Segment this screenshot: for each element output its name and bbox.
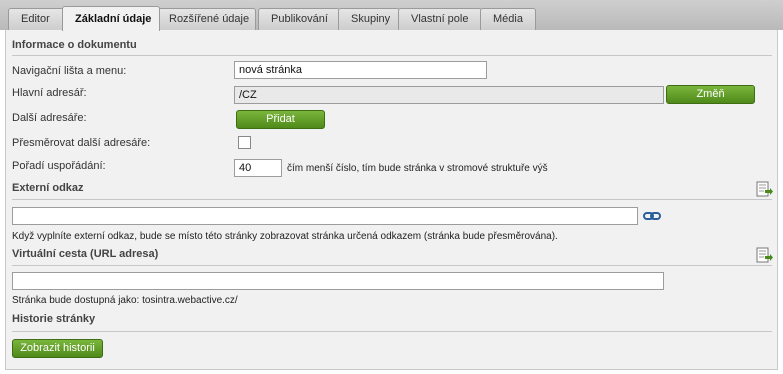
tab-bar: Editor Základní údaje Rozšířené údaje Pu… bbox=[0, 0, 783, 31]
add-button[interactable]: Přidat bbox=[236, 110, 325, 129]
order-input[interactable] bbox=[234, 159, 282, 177]
order-hint: čím menší číslo, tím bude stránka v stro… bbox=[287, 163, 548, 174]
show-history-button[interactable]: Zobrazit historii bbox=[12, 339, 103, 358]
virtual-path-input[interactable] bbox=[12, 272, 664, 290]
tab-groups[interactable]: Skupiny bbox=[338, 8, 400, 30]
external-link-hint: Když vyplníte externí odkaz, bude se mís… bbox=[12, 231, 558, 242]
divider bbox=[12, 265, 772, 266]
history-title: Historie stránky bbox=[12, 313, 96, 325]
tab-basic-info[interactable]: Základní údaje bbox=[62, 6, 160, 31]
tab-editor[interactable]: Editor bbox=[8, 8, 68, 30]
divider bbox=[12, 331, 772, 332]
divider bbox=[12, 55, 772, 56]
tab-media[interactable]: Média bbox=[480, 8, 536, 30]
document-info-title: Informace o dokumentu bbox=[12, 39, 137, 51]
tab-custom-fields[interactable]: Vlastní pole bbox=[398, 8, 482, 30]
link-icon[interactable] bbox=[643, 210, 661, 222]
divider bbox=[12, 199, 772, 200]
document-arrow-icon[interactable] bbox=[756, 247, 774, 263]
redirect-checkbox[interactable] bbox=[238, 136, 251, 149]
nav-input[interactable] bbox=[234, 61, 487, 79]
nav-label: Navigační lišta a menu: bbox=[12, 65, 127, 77]
order-label: Pořadí uspořádání: bbox=[12, 160, 106, 172]
other-dirs-label: Další adresáře: bbox=[12, 112, 87, 124]
document-arrow-icon[interactable] bbox=[756, 181, 774, 197]
tab-extended-info[interactable]: Rozšířené údaje bbox=[156, 8, 256, 30]
form-panel: Informace o dokumentu Navigační lišta a … bbox=[5, 30, 778, 370]
virtual-path-title: Virtuální cesta (URL adresa) bbox=[12, 248, 159, 260]
external-link-title: Externí odkaz bbox=[12, 182, 84, 194]
virtual-path-hint: Stránka bude dostupná jako: tosintra.web… bbox=[12, 295, 238, 306]
tab-publishing[interactable]: Publikování bbox=[258, 8, 340, 30]
external-link-input[interactable] bbox=[12, 207, 638, 225]
main-dir-label: Hlavní adresář: bbox=[12, 87, 87, 99]
redirect-label: Přesměrovat další adresáře: bbox=[12, 137, 151, 149]
main-dir-input[interactable] bbox=[234, 86, 664, 104]
change-button[interactable]: Změň bbox=[666, 85, 755, 104]
